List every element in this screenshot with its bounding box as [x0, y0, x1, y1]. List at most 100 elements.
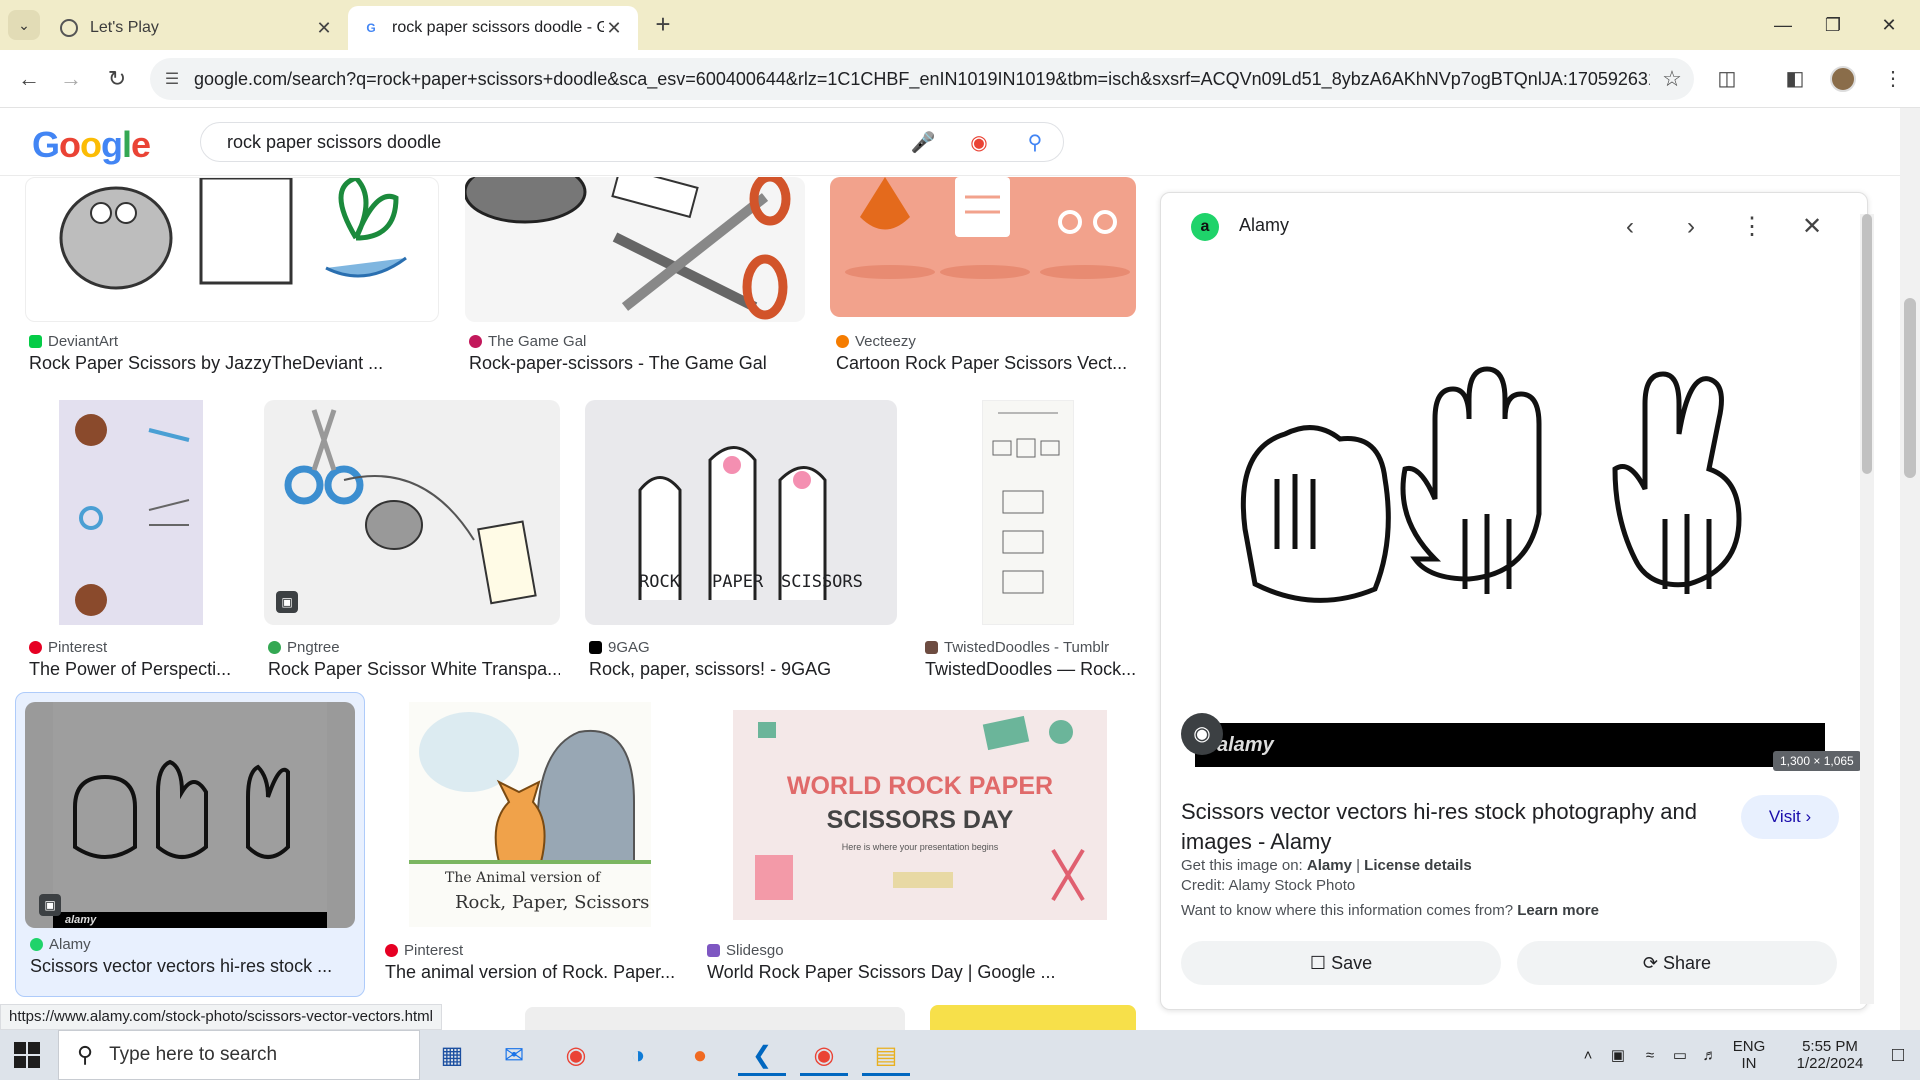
previous-image-button[interactable]: ‹: [1613, 210, 1647, 244]
wifi-icon[interactable]: ≈: [1636, 1030, 1664, 1080]
result-caption[interactable]: Rock Paper Scissors by JazzyTheDeviant .…: [29, 353, 439, 374]
store-icon[interactable]: ▦: [428, 1036, 476, 1076]
result-card[interactable]: The Animal version of Rock, Paper, Sciss…: [381, 702, 679, 992]
result-card[interactable]: Pinterest The Power of Perspecti...: [25, 400, 241, 679]
site-info-icon[interactable]: ☰: [150, 69, 194, 89]
meet-now-icon[interactable]: ▣: [1604, 1030, 1632, 1080]
result-source[interactable]: The Game Gal: [469, 333, 586, 350]
windows-start-icon[interactable]: [14, 1042, 40, 1068]
close-tab-icon[interactable]: ✕: [314, 18, 334, 39]
lens-icon[interactable]: ◉: [951, 130, 1007, 155]
extensions-icon[interactable]: ◫: [1712, 64, 1742, 94]
result-thumbnail[interactable]: WORLD ROCK PAPER SCISSORS DAY Here is wh…: [703, 702, 1136, 927]
search-query[interactable]: rock paper scissors doodle: [227, 132, 895, 153]
result-source[interactable]: Vecteezy: [836, 333, 916, 350]
result-thumbnail[interactable]: [25, 400, 241, 625]
result-source[interactable]: Pngtree: [268, 639, 340, 656]
close-tab-icon[interactable]: ✕: [604, 18, 624, 39]
side-panel-icon[interactable]: ◧: [1780, 64, 1810, 94]
page-scrollbar-thumb[interactable]: [1904, 298, 1916, 478]
reload-button[interactable]: ↻: [102, 64, 132, 94]
search-icon[interactable]: ⚲: [1007, 130, 1063, 155]
forward-button[interactable]: →: [56, 64, 86, 94]
result-thumbnail[interactable]: The Animal version of Rock, Paper, Sciss…: [381, 702, 679, 927]
get-image-site-link[interactable]: Alamy: [1307, 857, 1352, 874]
result-caption[interactable]: Cartoon Rock Paper Scissors Vect...: [836, 353, 1136, 374]
tab-search-button[interactable]: ⌄: [8, 10, 40, 40]
result-thumbnail[interactable]: [830, 177, 1136, 317]
result-thumbnail[interactable]: alamy ▣: [25, 702, 355, 928]
tab-lets-play[interactable]: Let's Play ✕: [46, 6, 348, 50]
profile-avatar[interactable]: [1830, 66, 1856, 92]
file-explorer-icon[interactable]: ▤: [862, 1036, 910, 1076]
edge-icon[interactable]: ◑: [614, 1036, 662, 1076]
more-options-button[interactable]: ⋮: [1735, 210, 1769, 244]
result-caption[interactable]: Rock-paper-scissors - The Game Gal: [469, 353, 805, 374]
volume-icon[interactable]: ♬: [1696, 1030, 1724, 1080]
learn-more-link[interactable]: Learn more: [1517, 902, 1599, 919]
result-card[interactable]: The Game Gal Rock-paper-scissors - The G…: [465, 177, 805, 377]
result-caption[interactable]: Rock, paper, scissors! - 9GAG: [589, 659, 897, 680]
tab-google-search[interactable]: G rock paper scissors doodle - Go ✕: [348, 6, 638, 50]
lens-search-icon[interactable]: ◉: [1181, 713, 1223, 755]
result-thumbnail[interactable]: [25, 177, 439, 322]
close-window-button[interactable]: ✕: [1862, 8, 1916, 42]
result-source[interactable]: Alamy: [30, 936, 91, 953]
result-source[interactable]: Pinterest: [385, 942, 463, 959]
url-text[interactable]: google.com/search?q=rock+paper+scissors+…: [194, 69, 1650, 90]
result-thumbnail-partial[interactable]: [525, 1007, 905, 1030]
license-details-link[interactable]: License details: [1364, 857, 1472, 874]
share-button[interactable]: ⟳ Share: [1517, 941, 1837, 985]
minimize-button[interactable]: —: [1756, 8, 1810, 42]
address-bar[interactable]: ☰ google.com/search?q=rock+paper+scissor…: [150, 58, 1694, 100]
chrome-icon[interactable]: ◉: [552, 1036, 600, 1076]
result-source[interactable]: DeviantArt: [29, 333, 118, 350]
search-box[interactable]: rock paper scissors doodle 🎤 ◉ ⚲: [200, 122, 1064, 162]
result-source[interactable]: Pinterest: [29, 639, 107, 656]
microphone-icon[interactable]: 🎤: [895, 130, 951, 155]
new-tab-button[interactable]: +: [648, 10, 678, 40]
result-source[interactable]: 9GAG: [589, 639, 650, 656]
kebab-menu-icon[interactable]: ⋮: [1878, 64, 1908, 94]
result-card[interactable]: WORLD ROCK PAPER SCISSORS DAY Here is wh…: [703, 702, 1136, 992]
page-scrollbar[interactable]: [1900, 108, 1920, 1030]
result-caption[interactable]: The animal version of Rock. Paper...: [385, 962, 679, 983]
result-card[interactable]: DeviantArt Rock Paper Scissors by JazzyT…: [25, 177, 441, 377]
preview-image[interactable]: alamy: [1195, 259, 1825, 767]
vscode-icon[interactable]: ❮: [738, 1036, 786, 1076]
notifications-icon[interactable]: □: [1880, 1030, 1916, 1080]
google-logo[interactable]: Google: [32, 124, 151, 166]
save-button[interactable]: ☐ Save: [1181, 941, 1501, 985]
show-hidden-icons[interactable]: ˄: [1574, 1030, 1602, 1080]
battery-icon[interactable]: ▭: [1666, 1030, 1694, 1080]
firefox-icon[interactable]: ●: [676, 1036, 724, 1076]
result-thumbnail-partial[interactable]: [930, 1005, 1136, 1030]
result-card[interactable]: Vecteezy Cartoon Rock Paper Scissors Vec…: [830, 177, 1136, 377]
result-caption[interactable]: TwistedDoodles — Rock...: [925, 659, 1136, 680]
taskbar-search[interactable]: ⚲ Type here to search: [58, 1030, 420, 1080]
preview-title[interactable]: Scissors vector vectors hi-res stock pho…: [1181, 797, 1721, 857]
visit-button[interactable]: Visit ›: [1741, 795, 1839, 839]
result-thumbnail[interactable]: [921, 400, 1136, 625]
chrome-profile-icon[interactable]: ◉: [800, 1036, 848, 1076]
language-indicator[interactable]: ENG IN: [1728, 1030, 1770, 1080]
back-button[interactable]: ←: [14, 64, 44, 94]
result-source[interactable]: Slidesgo: [707, 942, 784, 959]
bookmark-star-icon[interactable]: ☆: [1650, 66, 1694, 92]
clock[interactable]: 5:55 PM 1/22/2024: [1780, 1030, 1880, 1080]
result-card-selected[interactable]: alamy ▣ Alamy Scissors vector vectors hi…: [15, 692, 365, 997]
result-caption[interactable]: Rock Paper Scissor White Transpa...: [268, 659, 560, 680]
restore-button[interactable]: ❐: [1806, 8, 1860, 42]
result-card[interactable]: ▣ Pngtree Rock Paper Scissor White Trans…: [264, 400, 560, 679]
panel-scrollbar-thumb[interactable]: [1862, 214, 1872, 474]
panel-site-name[interactable]: Alamy: [1239, 215, 1289, 236]
result-caption[interactable]: The Power of Perspecti...: [29, 659, 241, 680]
next-image-button[interactable]: ›: [1674, 210, 1708, 244]
mail-icon[interactable]: ✉: [490, 1036, 538, 1076]
result-caption[interactable]: Scissors vector vectors hi-res stock ...: [30, 956, 360, 977]
result-thumbnail[interactable]: [465, 177, 805, 322]
result-caption[interactable]: World Rock Paper Scissors Day | Google .…: [707, 962, 1136, 983]
result-thumbnail[interactable]: ▣: [264, 400, 560, 625]
result-thumbnail[interactable]: ROCK PAPER SCISSORS: [585, 400, 897, 625]
result-source[interactable]: TwistedDoodles - Tumblr: [925, 639, 1109, 656]
